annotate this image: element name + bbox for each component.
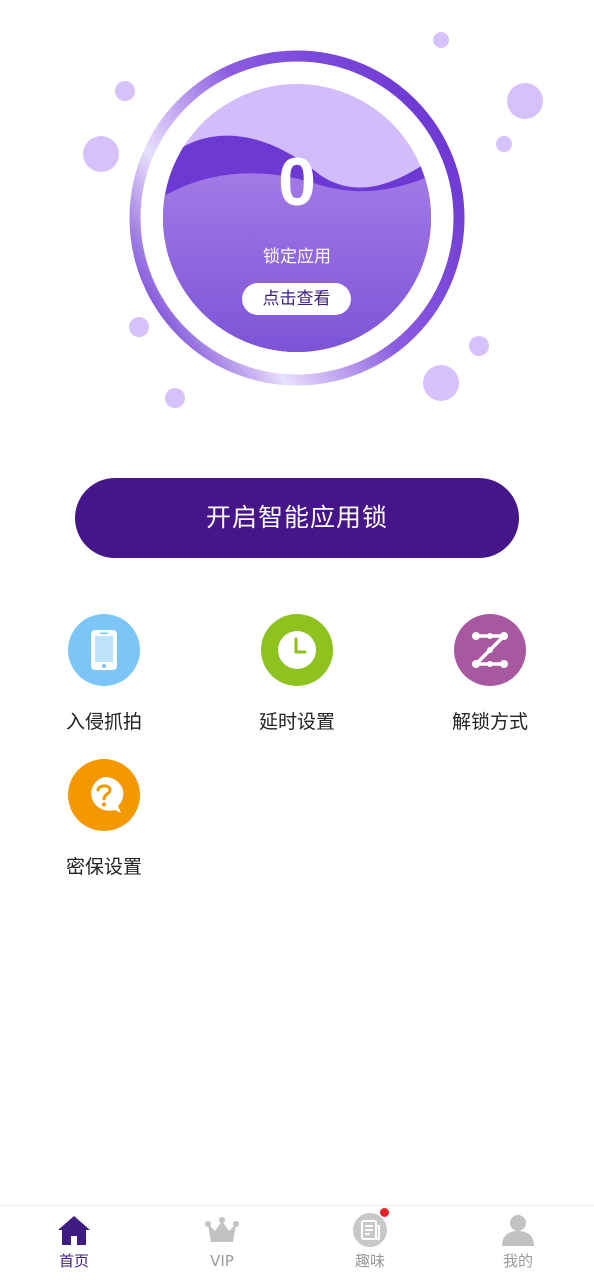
nav-label: 趣味 — [354, 1252, 385, 1270]
question-bubble-icon — [68, 759, 140, 831]
clock-icon — [261, 614, 333, 686]
user-icon — [502, 1215, 534, 1246]
bottom-navigation: 首页 VIP 趣味 我的 — [0, 1205, 594, 1280]
nav-item-fun[interactable]: 趣味 — [296, 1206, 444, 1280]
crown-icon — [205, 1217, 239, 1242]
liquid-circle — [163, 84, 431, 352]
nav-label: 我的 — [502, 1252, 533, 1270]
phone-icon — [68, 614, 140, 686]
enable-smart-app-lock-button[interactable]: 开启智能应用锁 — [75, 478, 519, 558]
bubble — [129, 317, 149, 337]
bubble — [507, 83, 543, 119]
feature-security-question[interactable]: 密保设置 — [29, 759, 179, 899]
news-icon — [353, 1213, 387, 1247]
nav-item-home[interactable]: 首页 — [0, 1206, 148, 1280]
feature-label: 延时设置 — [258, 711, 335, 733]
bubble — [115, 81, 135, 101]
feature-unlock-method[interactable]: 解锁方式 — [415, 614, 565, 754]
feature-label: 入侵抓拍 — [65, 711, 142, 733]
app-screen: 0 锁定应用 点击查看 开启智能应用锁 入侵抓拍 延时设置 解锁方式 密保设置 … — [0, 0, 594, 1280]
locked-apps-label: 锁定应用 — [263, 247, 331, 267]
locked-apps-hero: 0 锁定应用 点击查看 — [0, 0, 594, 440]
bubble — [165, 388, 185, 408]
bubble — [469, 336, 489, 356]
view-locked-apps-button[interactable]: 点击查看 — [242, 283, 351, 315]
feature-delay-settings[interactable]: 延时设置 — [222, 614, 372, 754]
nav-item-mine[interactable]: 我的 — [444, 1206, 592, 1280]
home-icon — [58, 1216, 90, 1245]
feature-label: 解锁方式 — [451, 711, 528, 733]
nav-item-vip[interactable]: VIP — [148, 1206, 296, 1280]
bubble — [433, 32, 449, 48]
feature-intrusion-capture[interactable]: 入侵抓拍 — [29, 614, 179, 754]
notification-badge — [380, 1208, 389, 1217]
bubble — [423, 365, 459, 401]
feature-label: 密保设置 — [65, 856, 142, 878]
nav-label: VIP — [210, 1252, 234, 1270]
nav-label: 首页 — [58, 1252, 89, 1270]
locked-count: 0 — [278, 144, 316, 220]
pattern-z-icon — [454, 614, 526, 686]
